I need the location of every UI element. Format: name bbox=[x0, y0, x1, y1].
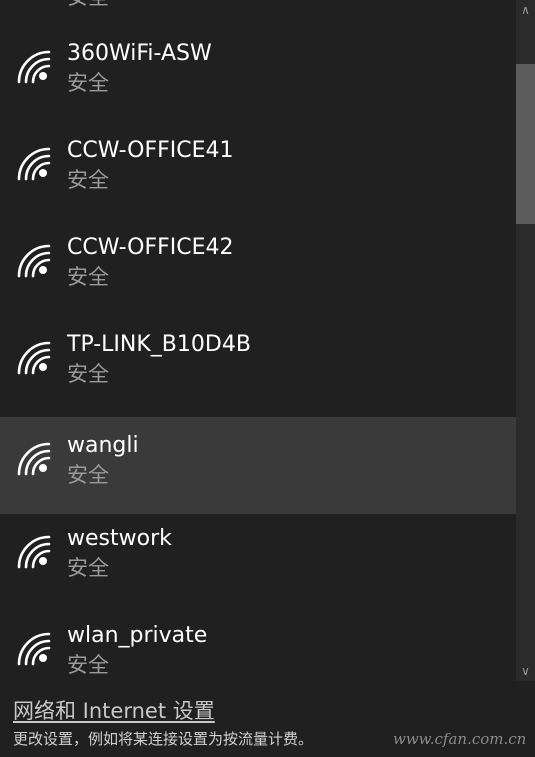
network-item-westwork[interactable]: westwork 安全 bbox=[0, 500, 516, 597]
network-name: CCW-OFFICE42 bbox=[67, 235, 234, 260]
wifi-signal-icon bbox=[17, 244, 51, 278]
clipped-network-status: 安全 bbox=[67, 0, 109, 8]
settings-hint-text: 更改设置，例如将某连接设置为按流量计费。 bbox=[13, 730, 314, 748]
network-name: wlan_private bbox=[67, 623, 208, 648]
network-status: 安全 bbox=[67, 556, 109, 580]
network-status: 安全 bbox=[67, 653, 109, 677]
wifi-signal-icon bbox=[17, 442, 51, 476]
vertical-scrollbar[interactable]: ∧ ∨ bbox=[516, 0, 535, 681]
network-status: 安全 bbox=[67, 265, 109, 289]
network-item-tp-link-b10d4b[interactable]: TP-LINK_B10D4B 安全 bbox=[0, 306, 516, 403]
wifi-signal-icon bbox=[17, 341, 51, 375]
network-status: 安全 bbox=[67, 362, 109, 386]
network-flyout: 安全 360WiFi-ASW 安全 bbox=[0, 0, 535, 757]
network-item-wlan-private[interactable]: wlan_private 安全 bbox=[0, 597, 516, 681]
wifi-signal-icon bbox=[17, 535, 51, 569]
chevron-up-icon[interactable]: ∧ bbox=[516, 0, 535, 20]
network-status: 安全 bbox=[67, 168, 109, 192]
network-item-360wifi-asw[interactable]: 360WiFi-ASW 安全 bbox=[0, 15, 516, 112]
watermark: www.cfan.com.cn bbox=[393, 730, 527, 748]
network-internet-settings-link[interactable]: 网络和 Internet 设置 bbox=[13, 701, 215, 722]
network-item-ccw-office42[interactable]: CCW-OFFICE42 安全 bbox=[0, 209, 516, 306]
chevron-down-icon[interactable]: ∨ bbox=[516, 661, 535, 681]
network-name: wangli bbox=[67, 433, 139, 458]
network-name: westwork bbox=[67, 526, 172, 551]
network-name: TP-LINK_B10D4B bbox=[67, 332, 251, 357]
network-item-ccw-office41[interactable]: CCW-OFFICE41 安全 bbox=[0, 112, 516, 209]
network-status: 安全 bbox=[67, 71, 109, 95]
network-status: 安全 bbox=[67, 463, 109, 487]
flyout-footer: 网络和 Internet 设置 更改设置，例如将某连接设置为按流量计费。 www… bbox=[0, 681, 535, 757]
wifi-signal-icon bbox=[17, 50, 51, 84]
network-name: 360WiFi-ASW bbox=[67, 41, 212, 66]
scrollbar-thumb[interactable] bbox=[516, 64, 535, 224]
network-list: 安全 360WiFi-ASW 安全 bbox=[0, 0, 516, 681]
wifi-signal-icon bbox=[17, 147, 51, 181]
wifi-signal-icon bbox=[17, 632, 51, 666]
network-name: CCW-OFFICE41 bbox=[67, 138, 234, 163]
